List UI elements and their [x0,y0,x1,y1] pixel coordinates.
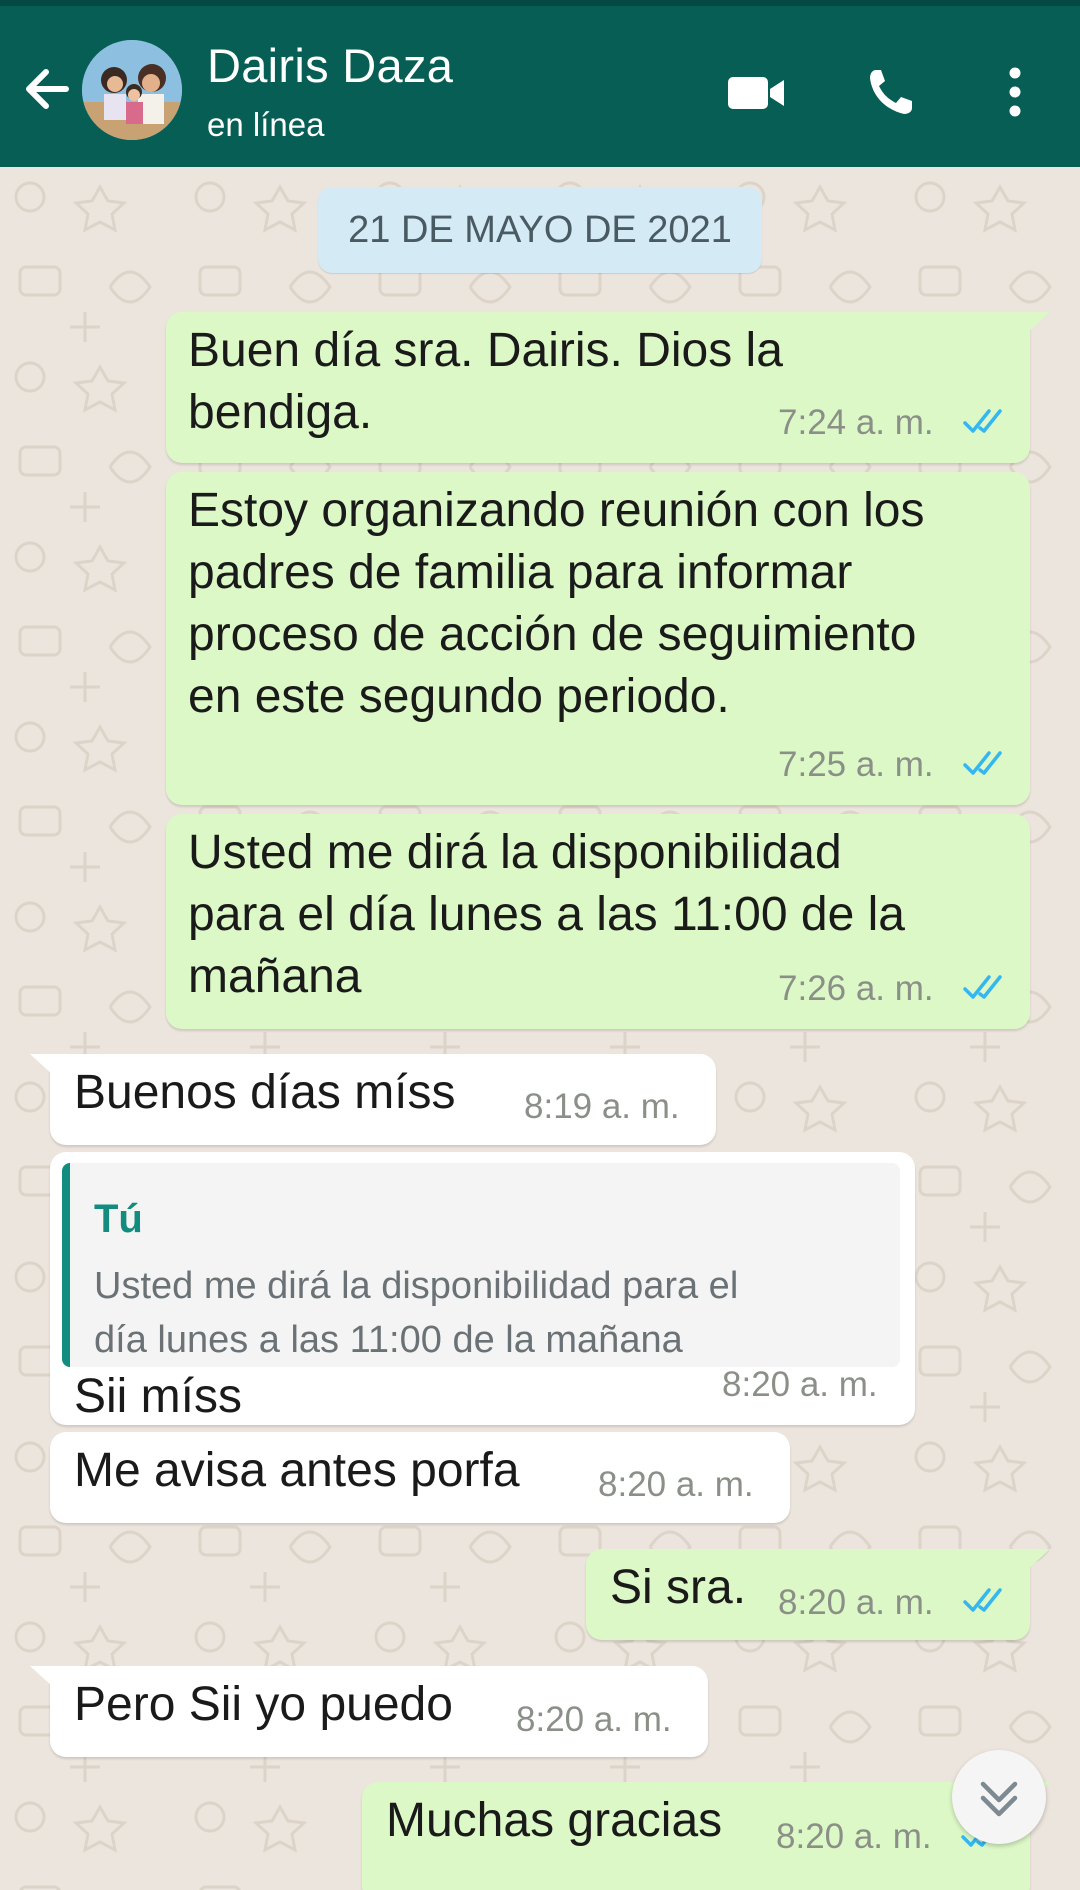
message-outgoing[interactable]: Buen día sra. Dairis. Dios la bendiga. 7… [166,312,1050,463]
read-receipt-icon [963,751,1002,775]
message-incoming[interactable]: Me avisa antes porfa 8:20 a. m. [50,1432,790,1523]
message-text: Me avisa antes porfa [74,1444,520,1497]
message-time: 7:24 a. m. [778,403,934,442]
message-outgoing[interactable]: Si sra. 8:20 a. m. [586,1549,1050,1640]
quote-accent-bar [62,1163,70,1367]
chat-area[interactable]: 21 DE MAYO DE 2021 Buen día sra. Dairis.… [0,167,1080,1890]
video-camera-icon [728,77,784,109]
phone-icon [870,70,912,114]
message-text: Buen día sra. Dairis. Dios la bendiga. [188,324,783,439]
message-time: 8:20 a. m. [598,1465,754,1504]
read-receipt-icon [963,975,1002,999]
message-outgoing[interactable]: Estoy organizando reunión con los padres… [166,472,1030,805]
arrow-left-icon [26,69,69,109]
message-outgoing[interactable]: Muchas gracias 8:20 a. m. [362,1782,1050,1890]
message-time: 8:20 a. m. [516,1700,672,1739]
quoted-message[interactable]: Tú Usted me dirá la disponibilidad para … [62,1163,900,1367]
message-text: Muchas gracias [386,1794,723,1847]
bubble-tail [1028,312,1050,332]
quote-author: Tú [94,1197,143,1241]
message-time: 8:20 a. m. [778,1583,934,1622]
message-text: Estoy organizando reunión con los padres… [188,484,925,723]
double-chevron-down-icon [980,1781,1018,1817]
back-button[interactable] [18,60,76,118]
date-separator: 21 DE MAYO DE 2021 [318,187,762,273]
message-text: Pero Sii yo puedo [74,1678,453,1731]
read-receipt-icon [963,409,1002,433]
contact-avatar[interactable] [82,40,182,140]
message-incoming[interactable]: Pero Sii yo puedo 8:20 a. m. [30,1666,708,1757]
message-incoming[interactable]: Buenos días míss 8:19 a. m. [30,1054,716,1145]
video-call-button[interactable] [720,62,792,122]
contact-name[interactable]: Dairis Daza [207,38,453,93]
bubble-tail [30,1054,52,1074]
voice-call-button[interactable] [860,62,932,122]
message-text: Buenos días míss [74,1066,456,1119]
scroll-to-bottom-button[interactable] [952,1750,1046,1844]
message-time: 8:20 a. m. [722,1365,878,1404]
read-receipt-icon [963,1588,1002,1612]
message-time: 7:25 a. m. [778,745,934,784]
menu-button[interactable] [990,62,1040,122]
message-incoming-reply[interactable]: Tú Usted me dirá la disponibilidad para … [50,1152,915,1425]
message-text: Sii míss [74,1370,242,1423]
more-vert-icon [1009,67,1021,117]
message-time: 8:19 a. m. [524,1087,680,1126]
bubble-tail [1028,1549,1050,1569]
bubble-tail [30,1666,52,1686]
message-time: 7:26 a. m. [778,969,934,1008]
contact-status: en línea [207,106,325,143]
quote-text: Usted me dirá la disponibilidad para el … [94,1265,739,1361]
message-time: 8:20 a. m. [776,1817,932,1856]
message-outgoing[interactable]: Usted me dirá la disponibilidad para el … [166,814,1030,1029]
message-text: Si sra. [610,1561,747,1614]
chat-header: Dairis Daza en línea [0,0,1080,167]
